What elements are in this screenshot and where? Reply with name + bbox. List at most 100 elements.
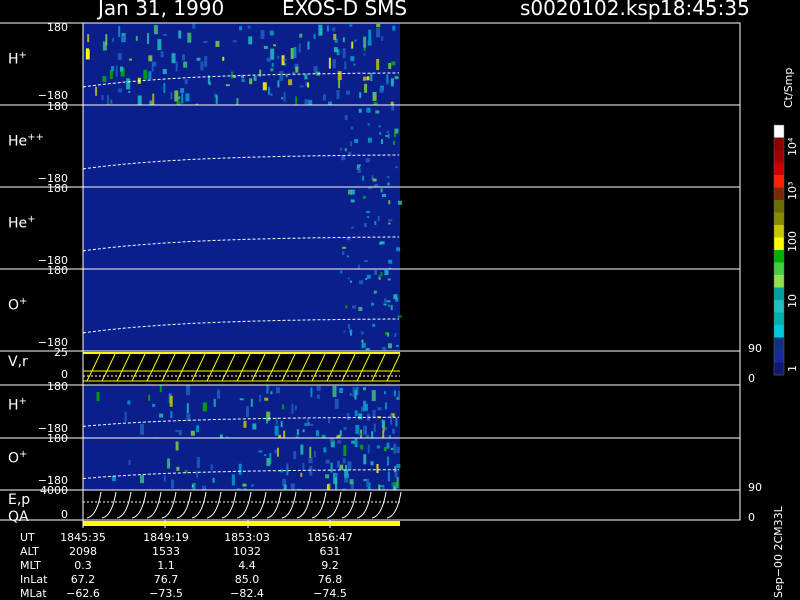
spectrogram-pixel <box>170 479 174 489</box>
spectrogram-pixel <box>242 483 247 487</box>
spectrogram-pixel <box>290 483 295 491</box>
colorbar-swatch <box>774 287 784 301</box>
spectrogram-pixel <box>394 76 399 80</box>
spectrogram-pixel <box>328 57 331 69</box>
spectrogram-pixel <box>332 59 336 69</box>
spectrogram-pixel <box>286 463 289 470</box>
spectrogram-background <box>83 269 400 351</box>
eph-value: 0.3 <box>74 559 92 572</box>
spectrogram-pixel <box>363 387 367 391</box>
spectrogram-pixel <box>203 41 208 44</box>
spectrogram-pixel <box>396 446 400 453</box>
spectrogram-pixel <box>395 166 399 169</box>
spectrogram-pixel <box>346 255 349 258</box>
spectrogram-pixel <box>159 413 164 418</box>
eph-row-label: UT <box>20 531 35 544</box>
spectrogram-pixel <box>225 84 230 87</box>
colorbar-swatch <box>774 162 784 176</box>
spectrogram-pixel <box>283 430 286 438</box>
spectrogram-pixel <box>368 29 372 41</box>
header-date: Jan 31, 1990 <box>98 0 225 20</box>
spectrogram-pixel <box>241 78 245 82</box>
spectrogram-pixel <box>370 461 374 466</box>
spectrogram-pixel <box>360 444 364 450</box>
spectrogram-pixel <box>366 210 371 213</box>
panel-label-ep: E,p <box>8 492 31 508</box>
spectrogram-pixel <box>363 223 367 228</box>
spectrogram-pixel <box>140 475 145 484</box>
spectrogram-pixel <box>299 33 303 38</box>
ytick: 180 <box>47 264 68 277</box>
spectrogram-pixel <box>196 470 199 478</box>
header-time: 18:45:35 <box>660 0 750 20</box>
spectrogram-pixel <box>112 37 115 42</box>
spectrogram-background <box>83 385 400 438</box>
spectrogram-pixel <box>387 182 390 186</box>
spectrogram-pixel <box>202 485 207 490</box>
spectrogram-pixel <box>360 331 364 335</box>
spectrogram-pixel <box>340 270 343 274</box>
spectrogram-pixel <box>365 278 368 281</box>
spectrogram-pixel <box>385 402 388 410</box>
spectrogram-pixel <box>398 390 401 400</box>
spectrogram-pixel <box>147 33 150 45</box>
spectrogram-pixel <box>345 305 348 309</box>
spectrogram-pixel <box>210 464 213 471</box>
spectrogram-pixel <box>383 347 387 351</box>
rtick: 0 <box>748 511 755 524</box>
spectrogram-pixel <box>387 134 390 139</box>
spectrogram-pixel <box>215 94 218 104</box>
eph-value: −74.5 <box>313 587 347 600</box>
spectrogram-pixel <box>183 61 188 68</box>
spectrogram-pixel <box>391 105 395 111</box>
spectrogram-pixel <box>363 76 367 81</box>
spectrogram-pixel <box>356 386 359 395</box>
spectrogram-pixel <box>350 199 355 203</box>
spectrogram-pixel <box>388 200 391 205</box>
spectrogram-pixel <box>310 387 313 398</box>
spectrogram-pixel <box>292 71 295 74</box>
spectrogram-pixel <box>96 392 100 402</box>
spectrogram-pixel <box>217 389 221 399</box>
spectrogram-pixel <box>359 92 362 99</box>
colorbar-swatch <box>774 137 784 151</box>
spectrogram-pixel <box>366 76 370 81</box>
spectrogram-pixel <box>381 139 384 145</box>
spectrogram-pixel <box>361 339 364 343</box>
spectrogram-pixel <box>266 386 270 389</box>
spectrogram-pixel <box>388 222 391 225</box>
spectrogram-pixel <box>342 246 347 249</box>
spectrogram-pixel <box>275 417 278 425</box>
spectrogram-pixel <box>302 429 305 433</box>
spectrogram-pixel <box>263 45 268 49</box>
spectrogram-pixel <box>337 71 342 81</box>
spectrogram-pixel <box>275 387 280 394</box>
eph-row-label: InLat <box>20 573 48 586</box>
spectrogram-pixel <box>258 450 263 453</box>
spectrogram-pixel <box>358 306 363 311</box>
spectrogram-pixel <box>344 477 349 483</box>
spectrogram-pixel <box>212 477 215 483</box>
spectrogram-pixel <box>87 34 90 43</box>
spectrogram-pixel <box>162 69 167 75</box>
spectrogram-pixel <box>185 93 190 102</box>
spectrogram-pixel <box>390 413 393 425</box>
spectrogram-pixel <box>344 148 347 152</box>
spectrogram-pixel <box>250 484 254 488</box>
spectrogram-pixel <box>260 30 265 40</box>
spectrogram-pixel <box>309 446 312 458</box>
exos-d-sms-plot: Jan 31, 1990 EXOS-D SMS s0020102.ksp 18:… <box>0 0 800 600</box>
eph-value: −82.4 <box>230 587 264 600</box>
spectrogram-pixel <box>343 426 347 430</box>
spectrogram-pixel <box>357 164 362 167</box>
spectrogram-pixel <box>186 413 191 421</box>
spectrogram-pixel <box>238 463 242 475</box>
spectrogram-pixel <box>293 46 297 58</box>
spectrogram-pixel <box>350 141 353 147</box>
spectrogram-pixel <box>386 300 391 303</box>
spectrogram-pixel <box>305 81 308 86</box>
ytick: 0 <box>61 508 68 521</box>
spectrogram-pixel <box>101 95 104 101</box>
spectrogram-pixel <box>372 92 376 97</box>
spectrogram-pixel <box>266 57 271 62</box>
